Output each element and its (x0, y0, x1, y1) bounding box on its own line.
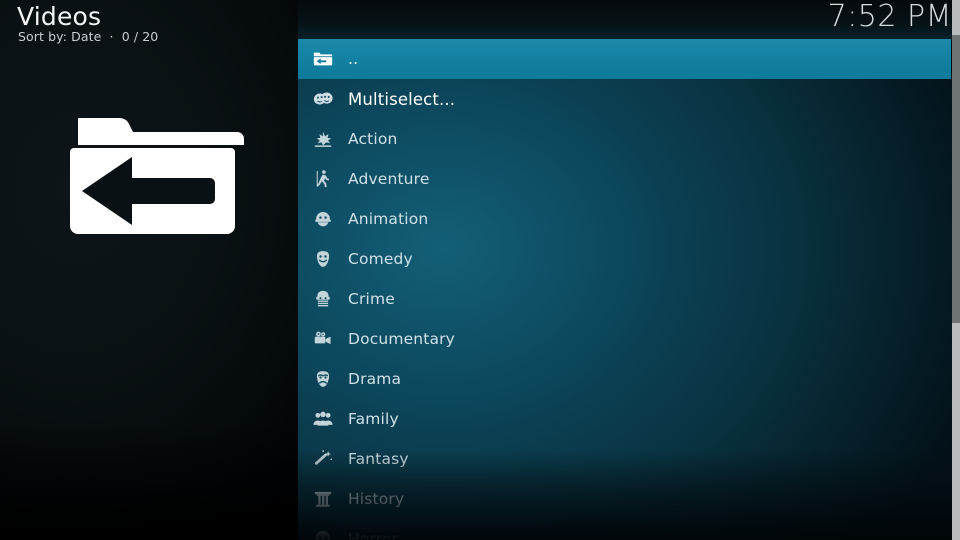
skull-icon (298, 519, 348, 540)
theater-masks-icon (298, 79, 348, 119)
list-item[interactable]: Horror (298, 519, 960, 540)
list-item-label: Adventure (348, 170, 430, 188)
list-item[interactable]: Action (298, 119, 960, 159)
folder-back-icon (298, 39, 348, 79)
list-scrollbar-thumb[interactable] (952, 35, 960, 323)
happy-mask-icon (298, 239, 348, 279)
column-icon (298, 479, 348, 519)
list-item[interactable]: Multiselect... (298, 79, 960, 119)
cartoon-head-icon (298, 199, 348, 239)
list-item-label: .. (348, 50, 359, 68)
list-item[interactable]: History (298, 479, 960, 519)
list-item-label: Action (348, 130, 398, 148)
left-info-panel: Videos Sort by: Date · 0 / 20 (0, 0, 298, 540)
film-camera-icon (298, 319, 348, 359)
list-item-label: Multiselect... (348, 89, 456, 109)
list-item-label: Documentary (348, 330, 455, 348)
magic-wand-icon (298, 439, 348, 479)
list-item[interactable]: Family (298, 399, 960, 439)
list-item[interactable]: Crime (298, 279, 960, 319)
list-item-label: Comedy (348, 250, 413, 268)
folder-back-icon (60, 100, 245, 250)
kodi-videos-screen: Videos Sort by: Date · 0 / 20 .. Multisel… (0, 0, 960, 540)
people-group-icon (298, 399, 348, 439)
list-item-label: Animation (348, 210, 429, 228)
burglar-icon (298, 279, 348, 319)
genre-list[interactable]: .. Multiselect... Action Adventure Animation… (298, 39, 960, 540)
list-item[interactable]: .. (298, 39, 951, 79)
explosion-icon (298, 119, 348, 159)
sad-mask-icon (298, 359, 348, 399)
page-title: Videos (17, 2, 102, 31)
clock-label: 7:52 PM (827, 0, 952, 34)
list-item[interactable]: Fantasy (298, 439, 960, 479)
sort-and-count-label: Sort by: Date · 0 / 20 (18, 29, 159, 44)
list-item-label: Drama (348, 370, 402, 388)
list-scrollbar-track[interactable] (952, 0, 960, 540)
list-item[interactable]: Adventure (298, 159, 960, 199)
list-item[interactable]: Drama (298, 359, 960, 399)
list-item[interactable]: Animation (298, 199, 960, 239)
list-item-label: Crime (348, 290, 395, 308)
hiker-icon (298, 159, 348, 199)
folder-back-thumbnail (60, 100, 245, 250)
list-item-label: Fantasy (348, 450, 409, 468)
list-item-label: Horror (348, 530, 399, 540)
genre-list-panel: .. Multiselect... Action Adventure Animation… (298, 0, 960, 540)
list-item[interactable]: Documentary (298, 319, 960, 359)
list-item-label: History (348, 490, 405, 508)
list-item[interactable]: Comedy (298, 239, 960, 279)
list-item-label: Family (348, 410, 399, 428)
